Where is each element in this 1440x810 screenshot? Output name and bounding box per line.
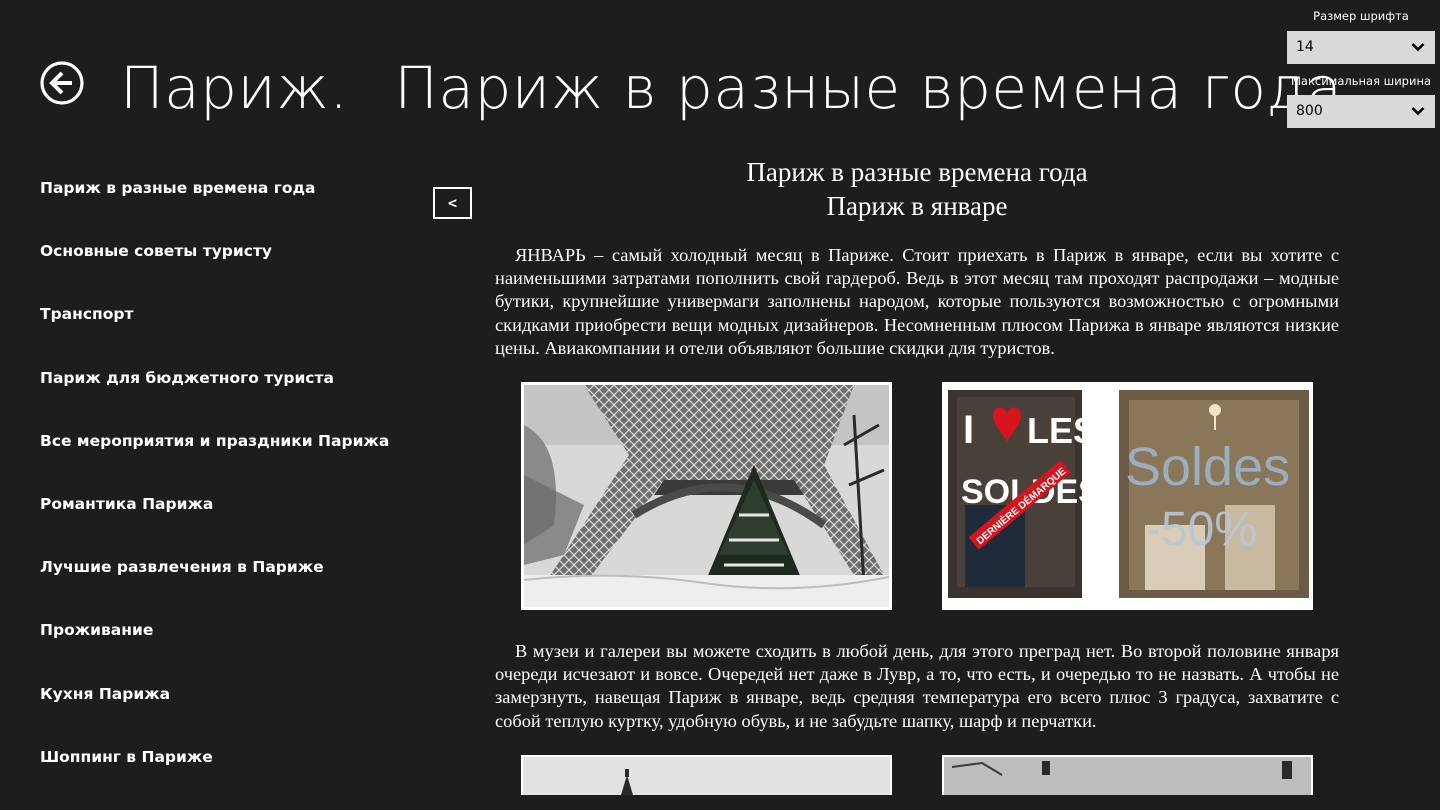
soldes-discount: -50% (1145, 503, 1257, 556)
photo-partial-image (521, 754, 892, 795)
back-button[interactable] (40, 61, 84, 105)
sale-sign-les: LES (1027, 410, 1097, 451)
photo-row (495, 754, 1339, 795)
max-width-label: Максимальная ширина (1290, 74, 1432, 88)
article-paragraph: В музеи и галереи вы можете сходить в лю… (495, 641, 1339, 731)
sidebar-item-accommodation[interactable]: Проживание (40, 610, 420, 673)
eiffel-tower-image (524, 385, 889, 608)
article-subtitle: Париж в январе (826, 191, 1008, 221)
article-paragraph: ЯНВАРЬ – самый холодный месяц в Париже. … (495, 245, 1339, 358)
sidebar-item-entertainment[interactable]: Лучшие развлечения в Париже (40, 547, 420, 610)
soldes-word: Soldes (1125, 437, 1290, 497)
back-arrow-circle-icon (40, 61, 84, 105)
sidebar-nav: Париж в разные времена года Основные сов… (40, 168, 420, 800)
photo-soldes-shop-window: I LES SOLDES DERNIÈRE DÉMARQUE Soldes -5… (942, 382, 1313, 611)
sidebar-item-budget[interactable]: Париж для бюджетного туриста (40, 358, 420, 421)
photo-eiffel-tower-snow (521, 382, 892, 611)
page-title-app: Париж. (120, 54, 349, 122)
photo-partial-image (942, 754, 1313, 795)
collapse-sidebar-button[interactable]: < (433, 187, 472, 219)
font-size-select[interactable]: 14 (1287, 31, 1435, 64)
article-title: Париж в разные времена года Париж в янва… (495, 155, 1339, 223)
article-title-line1: Париж в разные времена года (746, 157, 1088, 187)
sidebar-item-tips[interactable]: Основные советы туристу (40, 231, 420, 294)
app-window: Париж. Париж в разные времена года Размер… (0, 0, 1440, 810)
photo-row: I LES SOLDES DERNIÈRE DÉMARQUE Soldes -5… (495, 382, 1339, 612)
sidebar-item-seasons[interactable]: Париж в разные времена года (40, 168, 420, 231)
sidebar-item-transport[interactable]: Транспорт (40, 294, 420, 357)
max-width-value: 800 (1296, 103, 1323, 119)
sidebar-item-events[interactable]: Все мероприятия и праздники Парижа (40, 421, 420, 484)
sidebar-item-cuisine[interactable]: Кухня Парижа (40, 674, 420, 737)
sidebar-item-shopping[interactable]: Шоппинг в Париже (40, 737, 420, 800)
page-title: Париж. Париж в разные времена года (120, 48, 1342, 128)
photo-partial-right (942, 754, 1313, 795)
font-size-value: 14 (1296, 39, 1314, 55)
article-content: Париж в разные времена года Париж в янва… (495, 155, 1339, 795)
page-title-section: Париж в разные времена года (394, 54, 1343, 122)
sale-sign-i: I (963, 408, 974, 452)
max-width-select[interactable]: 800 (1287, 95, 1435, 128)
photo-partial-left (521, 754, 892, 795)
sidebar-item-romance[interactable]: Романтика Парижа (40, 484, 420, 547)
chevron-down-icon (1411, 107, 1425, 116)
chevron-down-icon (1411, 43, 1425, 52)
soldes-image: I LES SOLDES DERNIÈRE DÉMARQUE Soldes -5… (945, 385, 1310, 608)
font-size-label: Размер шрифта (1313, 9, 1409, 23)
